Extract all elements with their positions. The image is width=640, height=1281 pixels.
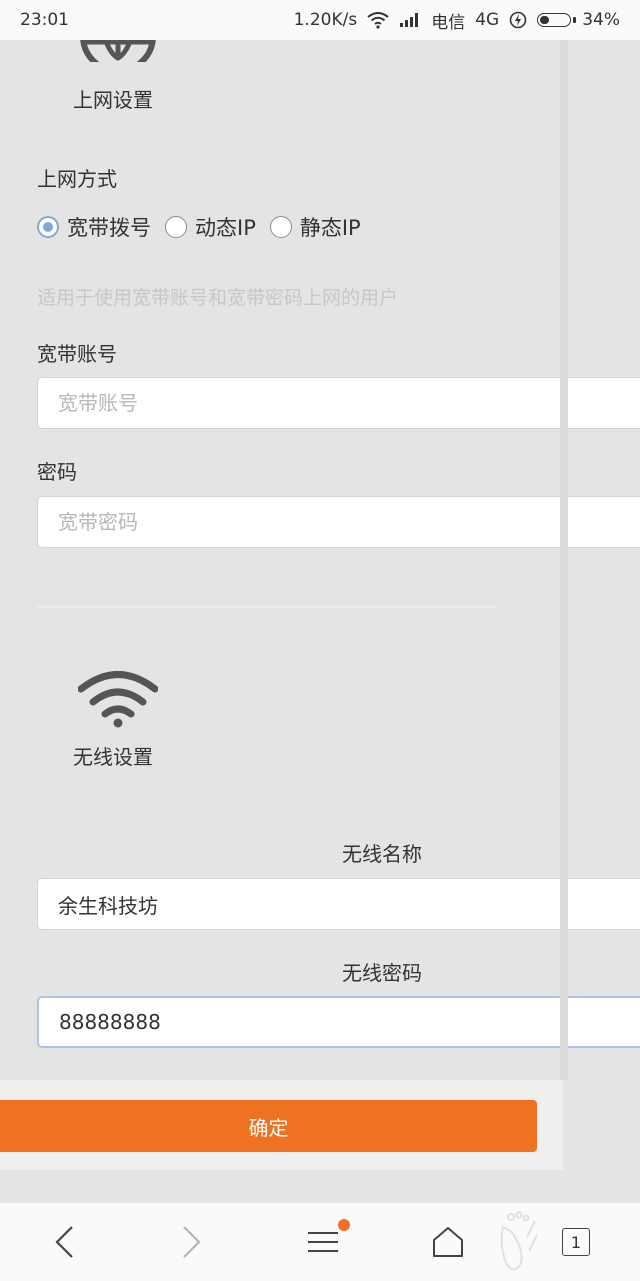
incognito-button[interactable] [486,1203,546,1281]
action-bar: 确定 [0,1080,563,1170]
section-divider [37,606,495,608]
radio-unchecked-icon[interactable] [165,216,187,238]
wifi-signal-icon [367,12,389,29]
carrier-name: 电信 [431,12,466,33]
wireless-ssid-input[interactable] [37,878,640,930]
radio-unchecked-icon[interactable] [269,216,292,238]
wireless-settings-title: 无线设置 [73,745,153,769]
tab-count: 1 [562,1228,590,1256]
menu-button[interactable] [296,1203,350,1281]
radio-pppoe[interactable]: 宽带拨号 [37,212,151,242]
router-settings-page[interactable]: 上网设置 上网方式 宽带拨号 动态IP 静态IP 适用于使用宽带账号和宽带密码上… [0,40,640,1202]
broadband-password-label: 密码 [37,460,77,484]
menu-icon [308,1232,338,1252]
globe-icon [80,40,156,62]
radio-dynamic-ip-label: 动态IP [195,216,256,240]
status-bar: 23:01 1.20K/s 电信 4G 34% [0,0,640,40]
confirm-button[interactable]: 确定 [0,1100,537,1152]
wireless-password-input[interactable] [37,996,640,1048]
browser-bottom-nav: 1 [0,1202,640,1281]
radio-dynamic-ip[interactable]: 动态IP [165,212,256,242]
home-icon [433,1227,463,1257]
network-speed: 1.20K/s [293,10,358,30]
charging-icon [509,11,527,29]
status-indicators: 1.20K/s 电信 4G 34% [294,8,620,33]
broadband-account-input[interactable] [37,377,640,429]
radio-checked-icon[interactable] [37,216,59,238]
broadband-account-label: 宽带账号 [37,342,117,366]
chevron-left-icon [55,1226,73,1258]
tabs-button[interactable]: 1 [548,1203,604,1281]
settings-panel: 上网设置 上网方式 宽带拨号 动态IP 静态IP 适用于使用宽带账号和宽带密码上… [0,40,640,1080]
wifi-icon [78,671,158,728]
notification-dot [338,1219,350,1231]
scroll-track [560,40,568,1080]
broadband-password-input[interactable] [37,496,640,548]
home-button[interactable] [420,1203,476,1281]
battery-indicator: 34% [537,10,620,30]
connection-method-label: 上网方式 [37,167,117,191]
battery-level: 34% [582,10,620,30]
status-time: 23:01 [20,10,69,30]
cellular-signal-icon [400,13,419,27]
back-button[interactable] [34,1203,94,1281]
forward-button[interactable] [162,1203,222,1281]
radio-static-ip-label: 静态IP [299,216,361,240]
wireless-password-label: 无线密码 [342,961,422,985]
internet-settings-title: 上网设置 [73,88,153,112]
connection-method-options: 宽带拨号 动态IP 静态IP [37,212,361,242]
radio-static-ip[interactable]: 静态IP [269,212,361,242]
battery-icon [537,13,572,27]
wireless-ssid-label: 无线名称 [342,842,422,866]
connection-method-hint: 适用于使用宽带账号和宽带密码上网的用户 [37,287,399,309]
network-type: 4G [475,10,500,30]
footprint-icon [500,1211,538,1271]
radio-pppoe-label: 宽带拨号 [67,216,151,240]
chevron-right-icon [183,1226,201,1258]
